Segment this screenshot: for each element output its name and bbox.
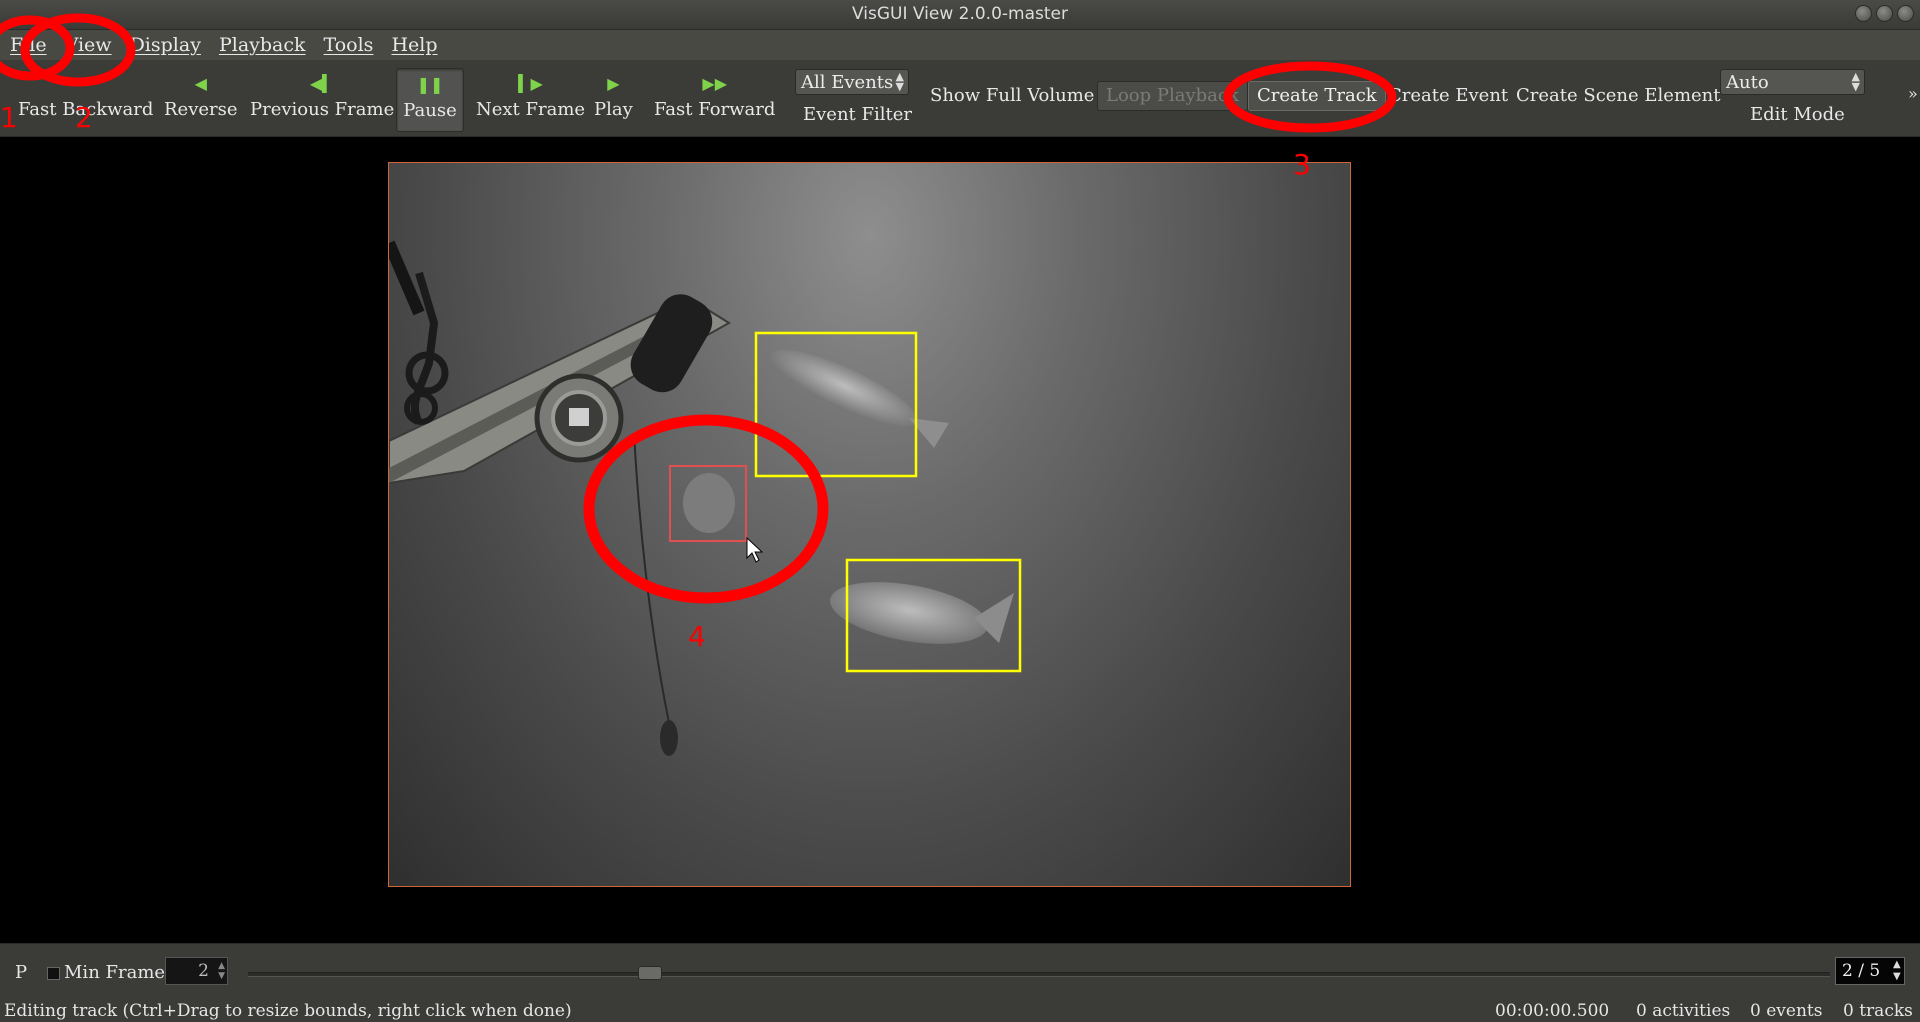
min-frame-spinbox[interactable]: 2 ▲ ▼ <box>165 957 228 985</box>
status-events: 0 events <box>1750 1001 1823 1021</box>
status-message: Editing track (Ctrl+Drag to resize bound… <box>4 1001 572 1021</box>
menu-tools[interactable]: Tools <box>324 34 374 56</box>
menu-bar: File View Display Playback Tools Help <box>0 30 1920 60</box>
next-frame-label: Next Frame <box>476 99 586 120</box>
fast-forward-button[interactable]: ▶▶ Fast Forward <box>654 68 775 130</box>
camera-rig <box>389 240 731 756</box>
play-icon: ▶ <box>607 74 620 93</box>
next-frame-icon: ▍▶ <box>518 74 543 93</box>
menu-help[interactable]: Help <box>391 34 437 56</box>
mouse-cursor-icon <box>746 536 764 563</box>
min-frame-value: 2 <box>198 961 209 981</box>
reverse-button[interactable]: ◀ Reverse <box>164 68 238 130</box>
title-bar: VisGUI View 2.0.0-master <box>0 0 1920 30</box>
fast-forward-icon: ▶▶ <box>702 74 727 93</box>
p-label: P <box>15 962 28 983</box>
reverse-label: Reverse <box>164 99 238 120</box>
edit-mode-select[interactable]: Auto ▲ ▼ <box>1720 69 1865 95</box>
min-frame-checkbox[interactable] <box>47 967 60 980</box>
minimize-button[interactable] <box>1855 5 1872 22</box>
fast-forward-label: Fast Forward <box>654 99 776 120</box>
fish-3 <box>830 582 1014 644</box>
frame-slider-handle[interactable] <box>637 966 662 980</box>
event-filter-label: Event Filter <box>803 104 913 125</box>
fish-2 <box>683 473 735 533</box>
timeline-bar: P Min Frame 2 ▲ ▼ 2 / 5 ▲ ▼ <box>0 943 1920 1000</box>
play-button[interactable]: ▶ Play <box>594 68 633 130</box>
toolbar-overflow-icon[interactable]: » <box>1908 84 1918 103</box>
annotation-number-4: 4 <box>688 620 706 653</box>
play-label: Play <box>594 99 633 120</box>
pause-icon: ❚❚ <box>416 75 444 94</box>
previous-frame-icon: ◀▍ <box>309 74 335 93</box>
fish-1 <box>771 349 949 448</box>
frame-slider-track[interactable] <box>248 972 1830 977</box>
status-activities: 0 activities <box>1636 1001 1731 1021</box>
create-scene-element-button[interactable]: Create Scene Element <box>1516 85 1721 106</box>
annotation-number-2: 2 <box>75 101 93 134</box>
reverse-icon: ◀ <box>194 74 207 93</box>
maximize-button[interactable] <box>1876 5 1893 22</box>
spin-arrows-icon: ▲ ▼ <box>895 70 904 93</box>
event-filter-value: All Events <box>801 71 894 93</box>
pause-button[interactable]: ❚❚ Pause <box>396 68 464 132</box>
menu-file[interactable]: File <box>10 34 47 56</box>
previous-frame-label: Previous Frame <box>250 99 395 120</box>
close-button[interactable] <box>1897 5 1914 22</box>
event-filter-select[interactable]: All Events ▲ ▼ <box>795 69 909 95</box>
frame-counter-arrows-icon[interactable]: ▲ ▼ <box>1893 959 1901 983</box>
annotation-number-3: 3 <box>1293 148 1311 181</box>
edit-mode-label: Edit Mode <box>1750 104 1845 125</box>
menu-playback[interactable]: Playback <box>219 34 306 56</box>
spin-arrows-icon: ▲ ▼ <box>218 961 225 981</box>
next-frame-button[interactable]: ▍▶ Next Frame <box>476 68 585 130</box>
toolbar: Fast Backward ◀ Reverse ◀▍ Previous Fram… <box>0 60 1920 137</box>
edit-mode-value: Auto <box>1726 71 1769 93</box>
status-bar: Editing track (Ctrl+Drag to resize bound… <box>0 999 1920 1022</box>
previous-frame-button[interactable]: ◀▍ Previous Frame <box>250 68 394 130</box>
window-controls <box>1855 5 1914 22</box>
min-frame-label: Min Frame <box>64 962 166 983</box>
status-tracks: 0 tracks <box>1843 1001 1913 1021</box>
pause-label: Pause <box>403 100 457 121</box>
spin-arrows-icon: ▲ ▼ <box>1851 70 1860 93</box>
status-time: 00:00:00.500 <box>1495 1001 1610 1021</box>
create-event-button[interactable]: Create Event <box>1388 85 1508 106</box>
window-title: VisGUI View 2.0.0-master <box>852 4 1068 24</box>
show-full-volume-button[interactable]: Show Full Volume <box>930 85 1094 106</box>
video-frame <box>389 240 1022 756</box>
frame-counter-value: 2 / 5 <box>1842 961 1881 981</box>
video-viewport[interactable] <box>388 162 1351 887</box>
loop-playback-button[interactable]: Loop Playback <box>1097 81 1248 111</box>
create-track-button[interactable]: Create Track <box>1248 81 1386 111</box>
menu-view[interactable]: View <box>65 34 112 56</box>
menu-display[interactable]: Display <box>130 34 201 56</box>
annotation-number-1: 1 <box>0 101 18 134</box>
